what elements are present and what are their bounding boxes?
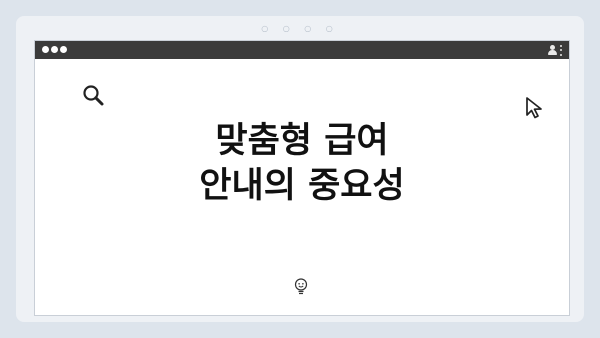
cursor-icon <box>526 97 542 119</box>
browser-window: 맞춤형 급여 안내의 중요성 <box>34 40 570 316</box>
window-close-dot[interactable] <box>42 46 49 53</box>
page-heading: 맞춤형 급여 안내의 중요성 <box>35 119 569 209</box>
top-chrome-dots: ○ ○ ○ ○ <box>261 24 339 33</box>
heading-line-1: 맞춤형 급여 <box>215 121 389 161</box>
window-minimize-dot[interactable] <box>51 46 58 53</box>
heading-line-2: 안내의 중요성 <box>199 166 405 206</box>
titlebar-icons <box>548 44 563 56</box>
search-icon <box>83 85 104 106</box>
lightbulb-face-icon <box>294 278 308 295</box>
window-maximize-dot[interactable] <box>60 46 67 53</box>
kebab-menu-icon[interactable] <box>560 44 563 56</box>
user-icon[interactable] <box>548 45 557 55</box>
browser-titlebar <box>35 41 569 59</box>
